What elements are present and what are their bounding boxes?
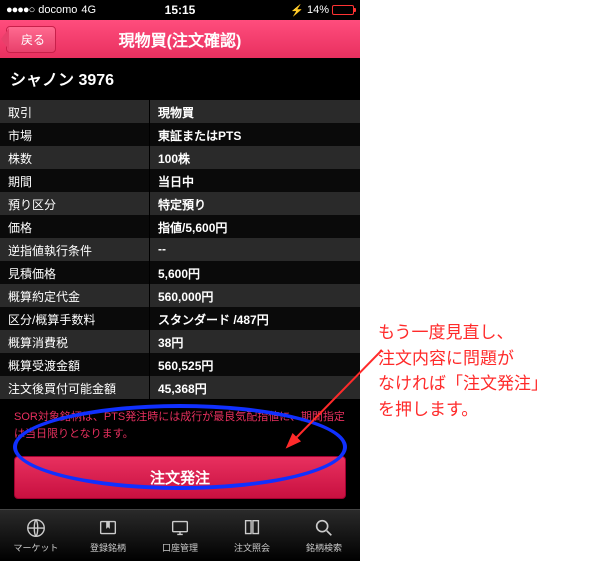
bottom-tabbar: マーケット 登録銘柄 口座管理 注文照会 銘柄検索 [0,509,360,561]
row-label: 価格 [0,215,150,238]
submit-order-button[interactable]: 注文発注 [14,456,346,499]
row-value: 当日中 [150,169,360,192]
row-value: 38円 [150,330,360,353]
row-value: 特定預り [150,192,360,215]
table-row: 概算消費税38円 [0,330,360,353]
table-row: 概算受渡金額560,525円 [0,353,360,376]
row-label: 概算消費税 [0,330,150,353]
table-row: 価格指値/5,600円 [0,215,360,238]
table-row: 株数100株 [0,146,360,169]
table-row: 逆指値執行条件-- [0,238,360,261]
tab-label: マーケット [13,541,58,554]
tab-label: 口座管理 [162,541,198,554]
carrier-label: docomo [38,4,77,16]
table-row: 区分/概算手数料スタンダード /487円 [0,307,360,330]
row-value: 560,525円 [150,353,360,376]
row-value: 560,000円 [150,284,360,307]
row-label: 取引 [0,100,150,123]
book-icon [241,517,263,539]
annotation-line: を押します。 [378,397,548,423]
battery-percent: 14% [307,4,329,16]
tab-watchlist[interactable]: 登録銘柄 [72,510,144,561]
table-row: 市場東証またはPTS [0,123,360,146]
status-bar: ●●●●○ docomo 4G 15:15 ⚡ 14% [0,0,360,20]
table-row: 注文後買付可能金額45,368円 [0,376,360,399]
tab-label: 注文照会 [234,541,270,554]
table-row: 取引現物買 [0,100,360,123]
row-label: 見積価格 [0,261,150,284]
tab-label: 銘柄検索 [306,541,342,554]
tab-account[interactable]: 口座管理 [144,510,216,561]
tab-label: 登録銘柄 [90,541,126,554]
order-details-table: 取引現物買市場東証またはPTS株数100株期間当日中預り区分特定預り価格指値/5… [0,100,360,399]
row-value: 5,600円 [150,261,360,284]
annotation-line: もう一度見直し、 [378,320,548,346]
row-label: 株数 [0,146,150,169]
battery-icon [332,5,354,15]
table-row: 預り区分特定預り [0,192,360,215]
row-label: 預り区分 [0,192,150,215]
row-value: 100株 [150,146,360,169]
annotation-text: もう一度見直し、注文内容に問題がなければ「注文発注」を押します。 [378,320,548,422]
row-value: 現物買 [150,100,360,123]
table-row: 見積価格5,600円 [0,261,360,284]
row-label: 市場 [0,123,150,146]
table-row: 期間当日中 [0,169,360,192]
tab-market[interactable]: マーケット [0,510,72,561]
row-value: スタンダード /487円 [150,307,360,330]
row-value: 東証またはPTS [150,123,360,146]
phone-screen: ●●●●○ docomo 4G 15:15 ⚡ 14% 戻る 現物買(注文確認)… [0,0,360,561]
row-value: 45,368円 [150,376,360,399]
tab-orders[interactable]: 注文照会 [216,510,288,561]
search-icon [313,517,335,539]
annotation-line: 注文内容に問題が [378,346,548,372]
row-label: 区分/概算手数料 [0,307,150,330]
bookmark-icon [97,517,119,539]
globe-icon [25,517,47,539]
row-value: 指値/5,600円 [150,215,360,238]
annotation-line: なければ「注文発注」 [378,371,548,397]
row-label: 注文後買付可能金額 [0,376,150,399]
row-value: -- [150,238,360,261]
page-title: 現物買(注文確認) [119,27,242,51]
row-label: 期間 [0,169,150,192]
stock-name: シャノン 3976 [0,58,360,100]
network-label: 4G [81,4,96,16]
table-row: 概算約定代金560,000円 [0,284,360,307]
row-label: 逆指値執行条件 [0,238,150,261]
clock: 15:15 [165,3,196,17]
charging-icon: ⚡ [290,4,304,17]
back-button[interactable]: 戻る [6,26,56,53]
nav-header: 戻る 現物買(注文確認) [0,20,360,58]
monitor-icon [169,517,191,539]
signal-dots: ●●●●○ [6,4,34,16]
sor-note: SOR対象銘柄は、PTS発注時には成行が最良気配指値に、期間指定は当日限りとなり… [0,399,360,448]
row-label: 概算受渡金額 [0,353,150,376]
row-label: 概算約定代金 [0,284,150,307]
tab-search[interactable]: 銘柄検索 [288,510,360,561]
